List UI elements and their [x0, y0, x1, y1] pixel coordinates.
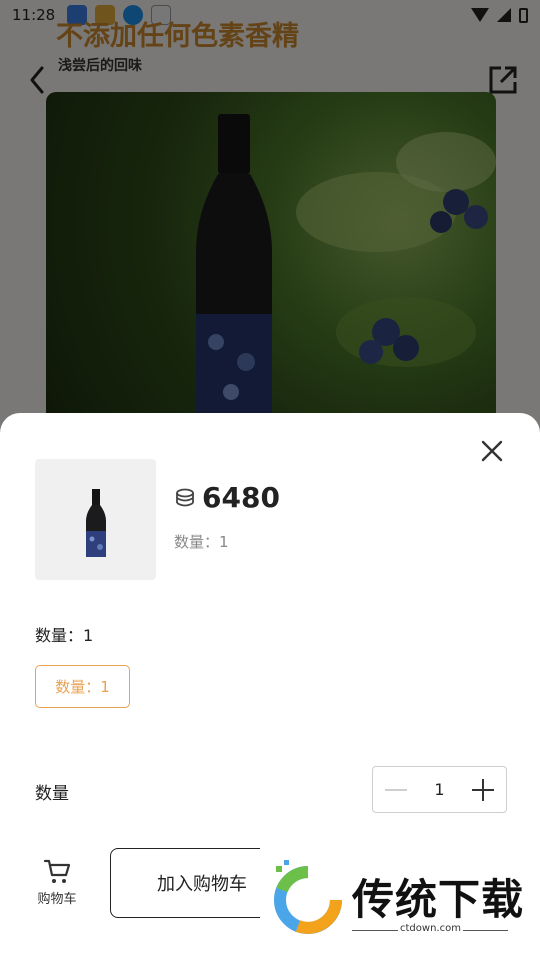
- wine-bottle-thumbnail: [86, 489, 106, 557]
- spec-option-chip[interactable]: 数量：1: [35, 665, 130, 708]
- watermark: 传统下载 ctdown.com: [260, 848, 540, 960]
- watermark-logo: [274, 860, 342, 934]
- cart-icon: [43, 859, 71, 883]
- cart-tab[interactable]: 购物车: [30, 857, 84, 909]
- cart-tab-label: 购物车: [37, 892, 77, 907]
- price-row: 6480: [174, 481, 280, 514]
- quantity-value[interactable]: 1: [419, 780, 460, 799]
- product-price: 6480: [202, 481, 280, 514]
- coin-icon: [176, 488, 194, 506]
- decrement-button[interactable]: [373, 767, 419, 812]
- quantity-stepper: 1: [372, 766, 507, 813]
- close-button[interactable]: [478, 437, 506, 465]
- minus-icon: [385, 788, 407, 791]
- product-thumbnail: [35, 459, 156, 580]
- quantity-label: 数量: [35, 784, 69, 804]
- spec-group-label: 数量：1: [35, 626, 94, 645]
- watermark-brand: 传统下载: [352, 875, 525, 924]
- selected-quantity-summary: 数量：1: [174, 533, 229, 551]
- increment-button[interactable]: [460, 767, 506, 812]
- watermark-url: ctdown.com: [398, 923, 463, 934]
- close-icon: [481, 440, 503, 462]
